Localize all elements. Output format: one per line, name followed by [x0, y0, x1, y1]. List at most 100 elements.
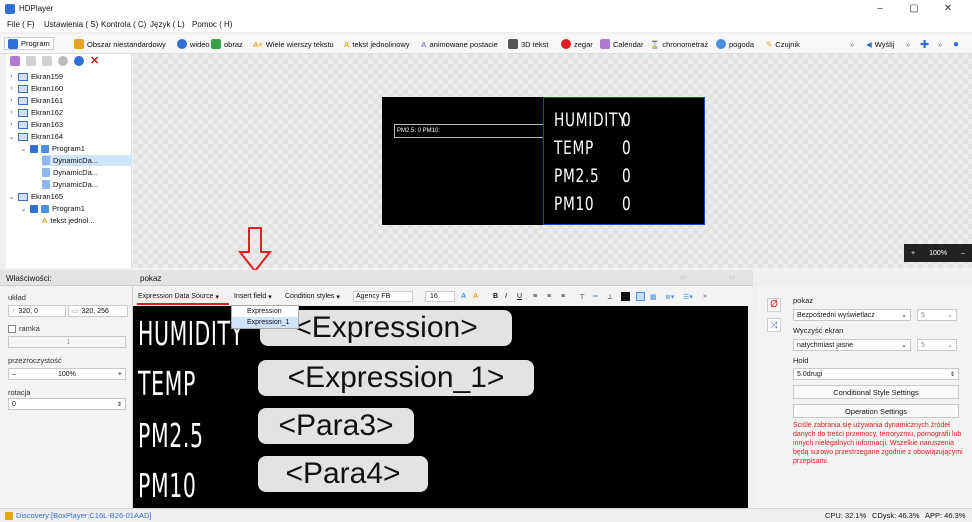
tree-item-ekran164[interactable]: ⌄ Ekran164 — [8, 131, 64, 142]
maximize-button[interactable]: ▢ — [902, 2, 926, 16]
weather-button[interactable]: pogoda — [716, 38, 754, 50]
sensor-button[interactable]: ✎ Czujnik — [766, 38, 800, 50]
hold-field[interactable]: 5.0drugi ⇕ — [793, 368, 959, 380]
tree-item-ekran160[interactable]: › Ekran160 — [8, 83, 63, 94]
tree-item-text[interactable]: Atekst jednol... — [42, 215, 95, 226]
discovery-status[interactable]: Discovery:[BoxPlayer:C16L-B26-01AAD] — [16, 511, 151, 520]
menu-file[interactable]: File ( F) — [7, 20, 35, 29]
zoom-out-button[interactable]: – — [961, 250, 965, 257]
tree-item-ekran165[interactable]: ⌄ Ekran165 — [8, 191, 64, 202]
zoom-in-button[interactable]: + — [911, 250, 915, 257]
transparency-stepper[interactable]: –100% + — [8, 368, 126, 380]
tree-item-dynamicdata-2[interactable]: DynamicDa... — [42, 167, 98, 178]
tree-item-ekran159[interactable]: › Ekran159 — [8, 71, 63, 82]
size-field[interactable]: ▭ 320, 256 — [68, 305, 128, 317]
field-tag-para4[interactable]: <Para4> — [258, 456, 428, 492]
valign-middle-icon[interactable]: ═ — [593, 291, 598, 302]
field-tag-para3[interactable]: <Para3> — [258, 408, 414, 444]
position-field[interactable]: ↑ 320, 0 — [8, 305, 66, 317]
menu-control[interactable]: Kontrola ( C) — [101, 20, 146, 29]
add-screen-icon[interactable] — [10, 56, 20, 66]
program-button[interactable]: Program — [4, 37, 54, 50]
checkbox-icon[interactable] — [30, 204, 38, 213]
toolbar-overflow-icon[interactable]: » — [703, 291, 707, 302]
delete-icon[interactable]: ✕ — [90, 56, 100, 67]
tree-item-dynamicdata-3[interactable]: DynamicDa... — [42, 179, 98, 190]
font-size-select[interactable]: 16 — [425, 291, 455, 302]
timer-button[interactable]: ⌛ chronometraż — [650, 38, 708, 50]
menu-settings[interactable]: Ustawienia ( S) — [44, 20, 98, 29]
italic-icon[interactable]: I — [505, 291, 507, 302]
paragraph-icon[interactable]: ☰▾ — [683, 291, 693, 302]
text-editor[interactable]: HUMIDITY <Expression> TEMP <Expression_1… — [133, 306, 748, 508]
spin-icon[interactable]: ⇕ — [117, 401, 122, 408]
send-button[interactable]: ◀ Wyślij — [866, 38, 894, 50]
3d-text-button[interactable]: 3D tekst — [508, 38, 549, 50]
tree-item-dynamicdata-1[interactable]: DynamicDa... — [42, 155, 132, 166]
minimize-button[interactable]: – — [868, 2, 892, 16]
copy-icon[interactable] — [26, 56, 36, 66]
menu-item-expression-1[interactable]: Expression_1 — [232, 317, 298, 328]
rotation-field[interactable]: 0 ⇕ — [8, 398, 126, 410]
tree-item-program1-b[interactable]: ⌄ Program1 — [20, 203, 85, 214]
custom-area-button[interactable]: Obszar niestandardowy — [74, 38, 166, 50]
minus-icon[interactable]: – — [12, 371, 16, 378]
no-effect-icon[interactable]: Ø — [767, 298, 781, 312]
highlight-color-icon[interactable]: A — [473, 291, 478, 302]
frame-checkbox[interactable]: ramka — [8, 324, 40, 333]
line-spacing-icon[interactable]: ≣▾ — [665, 291, 674, 302]
close-button[interactable]: ✕ — [936, 2, 960, 16]
animated-chars-button[interactable]: Aanimowane postacie — [421, 38, 498, 50]
valign-bottom-icon[interactable]: ⊥ — [607, 291, 613, 302]
underline-icon[interactable]: U — [517, 291, 522, 302]
led-screen-preview[interactable]: PM2.5: 0 PM10: HUMIDITY 0 TEMP 0 PM2.5 0… — [382, 97, 705, 225]
expression-data-source-dropdown[interactable]: Expression Data Source ▾ — [138, 291, 219, 302]
toolbar-overflow-icon-2[interactable]: » — [906, 38, 910, 50]
align-right-icon[interactable]: ≡ — [561, 291, 565, 302]
shuffle-icon[interactable]: ⤨ — [767, 318, 781, 332]
next-icon[interactable]: ⇨ — [729, 273, 736, 282]
valign-top-icon[interactable]: ⊤ — [579, 291, 585, 302]
operation-settings-button[interactable]: Operation Settings — [793, 404, 959, 418]
menu-language[interactable]: Język ( L) — [150, 20, 185, 29]
clear-speed-select[interactable]: 5 ⌄ — [917, 339, 957, 351]
conditional-style-settings-button[interactable]: Conditional Style Settings — [793, 385, 959, 399]
frame-width-field[interactable]: 1 — [8, 336, 126, 348]
field-tag-expression-1[interactable]: <Expression_1> — [258, 360, 534, 396]
font-select[interactable]: Agency FB — [353, 291, 413, 302]
tree-item-ekran162[interactable]: › Ekran162 — [8, 107, 63, 118]
plus-icon[interactable]: + — [118, 371, 122, 378]
settings-icon[interactable]: ● — [953, 38, 959, 50]
menu-help[interactable]: Pomoc ( H) — [192, 20, 232, 29]
tree-item-ekran161[interactable]: › Ekran161 — [8, 95, 63, 106]
toolbar-overflow-icon-3[interactable]: » — [938, 38, 942, 50]
video-button[interactable]: wideo — [177, 38, 210, 50]
font-color-icon[interactable]: A — [461, 291, 466, 302]
align-center-icon[interactable]: ≡ — [547, 291, 551, 302]
move-up-icon[interactable] — [58, 56, 68, 66]
show-speed-select[interactable]: 5 ⌄ — [917, 309, 957, 321]
bold-icon[interactable]: B — [493, 291, 498, 302]
singleline-text-button[interactable]: Atekst jednolinowy — [344, 38, 410, 50]
prev-icon[interactable]: ⇦ — [680, 273, 687, 282]
toolbar-overflow-icon[interactable]: » — [850, 38, 854, 50]
clear-effect-select[interactable]: natychmiast jasne ⌄ — [793, 339, 911, 351]
image-icon[interactable] — [636, 291, 645, 302]
paste-icon[interactable] — [42, 56, 52, 66]
show-effect-select[interactable]: Bezpośredni wyświetlacz ⌄ — [793, 309, 911, 321]
clock-button[interactable]: zegar — [561, 38, 593, 50]
multiline-text-button[interactable]: A≡ Wiele wierszy tekstu — [253, 38, 334, 50]
tree-item-ekran163[interactable]: › Ekran163 — [8, 119, 63, 130]
calendar-button[interactable]: Calendar — [600, 38, 643, 50]
move-icon[interactable]: ✚ — [920, 38, 929, 51]
pm-text-box[interactable]: PM2.5: 0 PM10: — [394, 124, 544, 138]
image-button[interactable]: obraz — [211, 38, 243, 50]
move-down-icon[interactable] — [74, 56, 84, 66]
checkbox-icon[interactable] — [30, 144, 38, 153]
insert-field-dropdown[interactable]: Insert field ▾ — [234, 291, 272, 302]
tree-item-program1[interactable]: ⌄ Program1 — [20, 143, 85, 154]
grid-icon[interactable]: ▦ — [650, 291, 657, 302]
condition-styles-dropdown[interactable]: Condition styles ▾ — [285, 291, 340, 302]
spin-icon[interactable]: ⇕ — [950, 371, 955, 378]
background-color-icon[interactable] — [621, 291, 630, 302]
